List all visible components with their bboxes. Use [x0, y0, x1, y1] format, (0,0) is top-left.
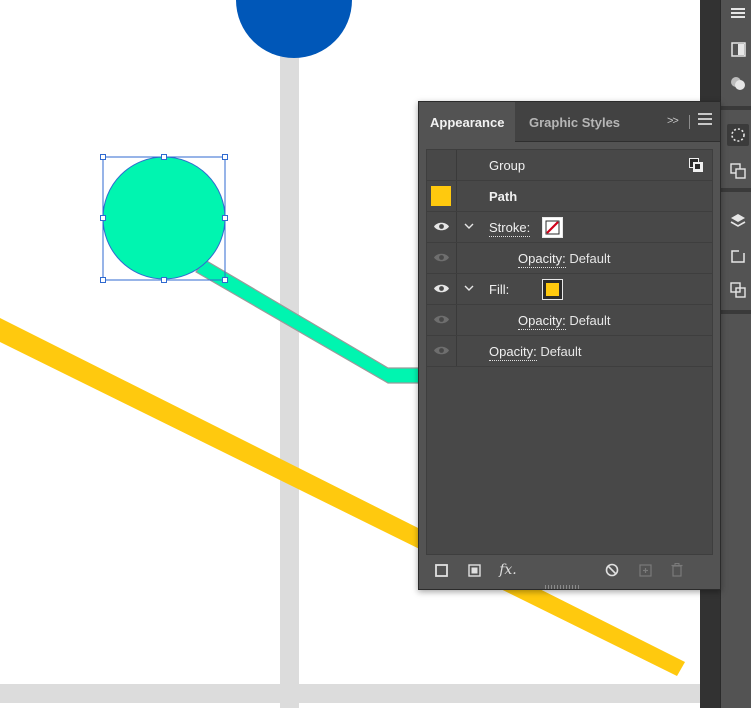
tab-graphic-styles[interactable]: Graphic Styles: [518, 102, 631, 142]
visibility-eye-icon[interactable]: [433, 283, 450, 294]
pathfinder-icon[interactable]: [727, 279, 749, 301]
panel-resize-grip[interactable]: [545, 585, 581, 589]
selection-handle[interactable]: [161, 277, 167, 283]
green-connector-path[interactable]: [195, 259, 421, 384]
color-circles-icon[interactable]: [727, 72, 749, 94]
chevron-down-icon[interactable]: [464, 285, 474, 292]
dock-separator: [721, 188, 751, 192]
row-gutter: [427, 150, 457, 180]
panel-footer-toolbar: fx.: [419, 560, 720, 584]
visibility-eye-icon[interactable]: [433, 252, 450, 263]
path-swatch: [431, 186, 451, 206]
selection-handle[interactable]: [222, 277, 228, 283]
align-lines-icon[interactable]: [727, 2, 749, 24]
gradient-swatch-icon[interactable]: [727, 38, 749, 60]
visibility-eye-icon[interactable]: [433, 345, 450, 356]
fill-opacity-entry: Opacity: Default: [518, 313, 611, 330]
fill-swatch[interactable]: [542, 279, 563, 300]
appearance-icon[interactable]: [727, 124, 749, 146]
object-opacity-label[interactable]: Opacity:: [489, 344, 537, 361]
selection-handle[interactable]: [222, 215, 228, 221]
dock-icon-column: [720, 0, 751, 708]
tab-bar-divider: [689, 115, 690, 129]
row-group[interactable]: Group: [427, 150, 712, 181]
object-opacity-entry: Opacity: Default: [489, 344, 582, 361]
row-fill[interactable]: Fill:: [427, 274, 712, 305]
dock-separator: [721, 310, 751, 314]
vertical-guide-line: [280, 0, 299, 708]
duplicate-item-icon: [637, 560, 653, 580]
row-object-opacity[interactable]: Opacity: Default: [427, 336, 712, 367]
dock-separator: [721, 106, 751, 110]
panel-menu-icon[interactable]: [698, 113, 712, 127]
row-path[interactable]: Path: [427, 181, 712, 212]
stroke-label[interactable]: Stroke:: [489, 220, 531, 237]
row-gutter: [427, 274, 457, 304]
row-gutter: [427, 243, 457, 273]
panel-tab-bar: Appearance Graphic Styles >>: [419, 102, 720, 143]
row-gutter: [427, 305, 457, 335]
group-thumbnail-icon: [689, 158, 703, 175]
stroke-opacity-value: Default: [569, 251, 611, 266]
fill-opacity-value: Default: [569, 313, 611, 328]
stroke-none-swatch[interactable]: [542, 217, 563, 238]
add-new-effect-button[interactable]: fx.: [497, 560, 519, 580]
appearance-attribute-list: Group Path Stroke: Opacity: Default Fill…: [426, 149, 713, 555]
add-new-fill-icon[interactable]: [466, 560, 482, 580]
row-fill-opacity[interactable]: Opacity: Default: [427, 305, 712, 336]
green-circle[interactable]: [102, 156, 226, 280]
layers-icon[interactable]: [727, 210, 749, 232]
collapse-panel-icon[interactable]: >>: [667, 115, 679, 127]
artboards-icon[interactable]: [727, 245, 749, 267]
selection-handle[interactable]: [222, 154, 228, 160]
row-gutter: [427, 212, 457, 242]
row-group-label: Group: [489, 158, 526, 173]
clear-appearance-icon[interactable]: [604, 560, 620, 580]
row-stroke-opacity[interactable]: Opacity: Default: [427, 243, 712, 274]
visibility-eye-icon[interactable]: [433, 314, 450, 325]
horizontal-guide-line: [0, 684, 700, 703]
blue-shape[interactable]: [236, 0, 352, 58]
appearance-panel: Appearance Graphic Styles >> Group Path …: [418, 101, 721, 590]
stroke-opacity-entry: Opacity: Default: [518, 251, 611, 268]
object-opacity-value: Default: [540, 344, 582, 359]
stroke-opacity-label[interactable]: Opacity:: [518, 251, 566, 268]
fill-opacity-label[interactable]: Opacity:: [518, 313, 566, 330]
selection-handle[interactable]: [161, 154, 167, 160]
fill-label: Fill:: [489, 282, 510, 297]
row-stroke[interactable]: Stroke:: [427, 212, 712, 243]
visibility-eye-icon[interactable]: [433, 221, 450, 232]
row-gutter: [427, 336, 457, 366]
selection-handle[interactable]: [100, 277, 106, 283]
delete-item-icon: [669, 560, 685, 580]
selection-handle[interactable]: [100, 154, 106, 160]
graphic-styles-icon[interactable]: [727, 160, 749, 182]
add-new-stroke-icon[interactable]: [433, 560, 449, 580]
tab-appearance[interactable]: Appearance: [419, 102, 516, 143]
chevron-down-icon[interactable]: [464, 223, 474, 230]
selection-handle[interactable]: [100, 215, 106, 221]
row-path-label: Path: [489, 189, 518, 204]
